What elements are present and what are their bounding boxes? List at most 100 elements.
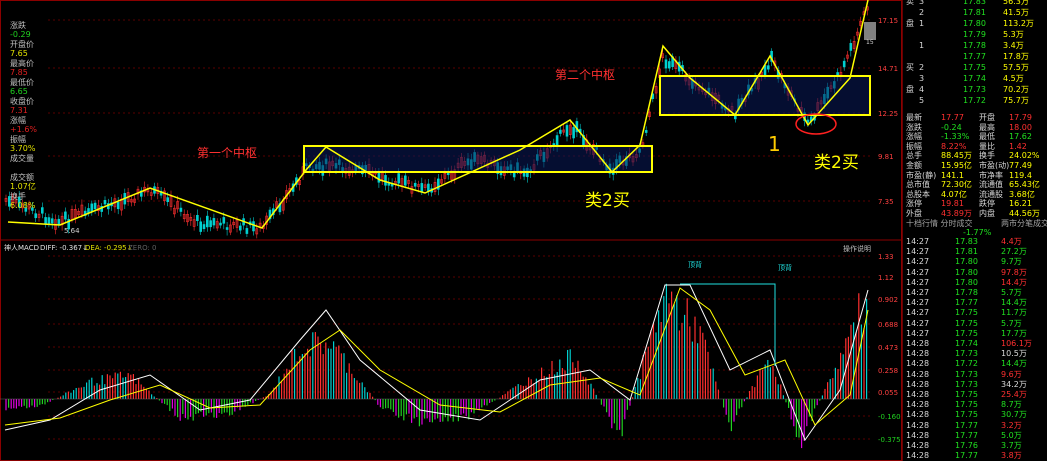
orderbook-row: 盘 4 17.73 70.2万 [903, 84, 1047, 95]
left-value: 7.85 [10, 68, 28, 77]
macd-tick-label: 0.258 [878, 367, 898, 375]
candle-body [116, 201, 120, 210]
orderbook-level: 3 [919, 0, 925, 6]
first-center-label: 第一个中枢 [197, 145, 257, 160]
macd-header: 神人MACD DIFF: -0.367↓DEA: -0.295↓ZERO: 0 [4, 243, 157, 252]
orderbook-volume: 70.2万 [1003, 85, 1029, 94]
macd-tick-label: 0.688 [878, 321, 898, 329]
macd-tick-label: -0.375 [878, 436, 901, 444]
divergence-marker [680, 283, 776, 366]
left-value: 6.08% [10, 201, 36, 210]
candle-body [209, 220, 212, 228]
price-tick-label: 14.71 [878, 65, 898, 73]
divergence-tag: 顶背 [688, 260, 702, 269]
center-box-2 [659, 75, 871, 116]
candle-body [384, 175, 387, 186]
left-value: 3.70% [10, 144, 36, 153]
orderbook-level: 1 [919, 41, 925, 50]
macd-header-text: DEA: -0.295↓ [85, 244, 133, 252]
candle-body [64, 211, 67, 220]
left-info-panel: 涨跌 -0.29 开盘价 7.65 最高价 7.85 最低价 6.65 收盘价 7.31 涨幅 +1.… [0, 0, 47, 240]
class2-buy-label-a: 类2买 [585, 191, 630, 211]
macd-tick-label: 1.33 [878, 253, 894, 261]
orderbook-row: 5 17.72 75.7万 [903, 95, 1047, 106]
macd-tick-label: -0.160 [878, 413, 901, 421]
orderbook-row: 1 17.78 3.4万 [903, 40, 1047, 51]
orderbook-side: 盘 [906, 85, 914, 94]
left-label: 涨跌 [10, 21, 26, 30]
orderbook-level: 2 [919, 8, 925, 17]
orderbook-row: 3 17.74 4.5万 [903, 73, 1047, 84]
macd-tick-label: 0.055 [878, 389, 898, 397]
candle-body [667, 61, 671, 69]
candle-body [225, 227, 229, 230]
candle-body [199, 221, 202, 232]
orderbook-price: 17.83 [963, 0, 986, 6]
orderbook-price: 17.72 [963, 96, 986, 105]
orderbook-side: 卖 [906, 0, 914, 6]
candle-body [664, 59, 668, 69]
tick-price: 17.77 [955, 451, 978, 461]
orderbook-volume: 113.2万 [1003, 19, 1034, 28]
orderbook-level: 3 [919, 74, 925, 83]
candle-body [766, 65, 770, 70]
orderbook-price: 17.77 [963, 52, 986, 61]
orderbook-side: 盘 [906, 19, 914, 28]
candle-body [90, 203, 94, 212]
left-label: 涨幅 [10, 116, 26, 125]
orderbook-price: 17.78 [963, 41, 986, 50]
candle-body [413, 182, 417, 187]
candles [4, 1, 869, 239]
candle-body [427, 183, 430, 192]
orderbook-price: 17.73 [963, 85, 986, 94]
candle-body [212, 218, 216, 226]
orderbook-volume: 3.4万 [1003, 41, 1024, 50]
candle-body [252, 221, 255, 232]
class2-buy-label-b: 类2买 [814, 153, 859, 173]
candle-body [245, 228, 249, 234]
macd-tick-label: 0.902 [878, 296, 898, 304]
orderbook-row: 卖 3 17.83 56.3万 [903, 0, 1047, 7]
candle-body [239, 225, 242, 231]
candle-body [202, 224, 206, 230]
orderbook-price: 17.81 [963, 8, 986, 17]
highlight-box-label: 15 [866, 39, 874, 46]
orderbook-volume: 56.3万 [1003, 0, 1029, 6]
second-center-label: 第二个中枢 [555, 67, 615, 82]
orderbook-row: 17.77 17.8万 [903, 51, 1047, 62]
left-value: 6.65 [10, 87, 28, 96]
candle-body [403, 175, 407, 186]
left-label: 振幅 [10, 135, 26, 144]
number-one-label: 1 [768, 132, 781, 156]
orderbook-row: 盘 1 17.80 113.2万 [903, 18, 1047, 29]
macd-tick-label: 0.473 [878, 344, 898, 352]
candle-body [222, 217, 226, 224]
candle-body [50, 218, 54, 224]
candle-body [377, 172, 381, 183]
orderbook-volume: 5.3万 [1003, 30, 1024, 39]
low-price-label: 5.64 [64, 227, 80, 235]
candle-body [565, 125, 569, 137]
macd-info-button[interactable]: 操作说明 [843, 244, 871, 253]
candle-body [559, 129, 562, 134]
candle-body [572, 127, 575, 139]
candle-body [166, 197, 169, 203]
orderbook-level: 4 [919, 85, 925, 94]
left-value: -0.29 [10, 30, 31, 39]
left-label: 成交量 [10, 154, 34, 163]
candle-body [179, 207, 183, 212]
price-tick-label: 9.81 [878, 153, 894, 161]
left-value: 1.07亿 [10, 182, 36, 191]
candle-body [219, 222, 222, 226]
candle-body [57, 218, 61, 225]
tick-time: 14:28 [906, 451, 930, 461]
orderbook-volume: 75.7万 [1003, 96, 1029, 105]
candle-body [206, 215, 209, 228]
candlestick-chart[interactable]: 17.15 14.71 12.25 9.81 7.35 1.33 1.12 0.902 0.68… [0, 0, 902, 461]
left-value: +1.6% [10, 125, 38, 134]
divergence-tag: 顶背 [778, 263, 792, 272]
orderbook-price: 17.74 [963, 74, 986, 83]
price-tick-label: 17.15 [878, 17, 898, 25]
candle-body [555, 135, 559, 147]
left-label: 最低价 [10, 78, 34, 87]
